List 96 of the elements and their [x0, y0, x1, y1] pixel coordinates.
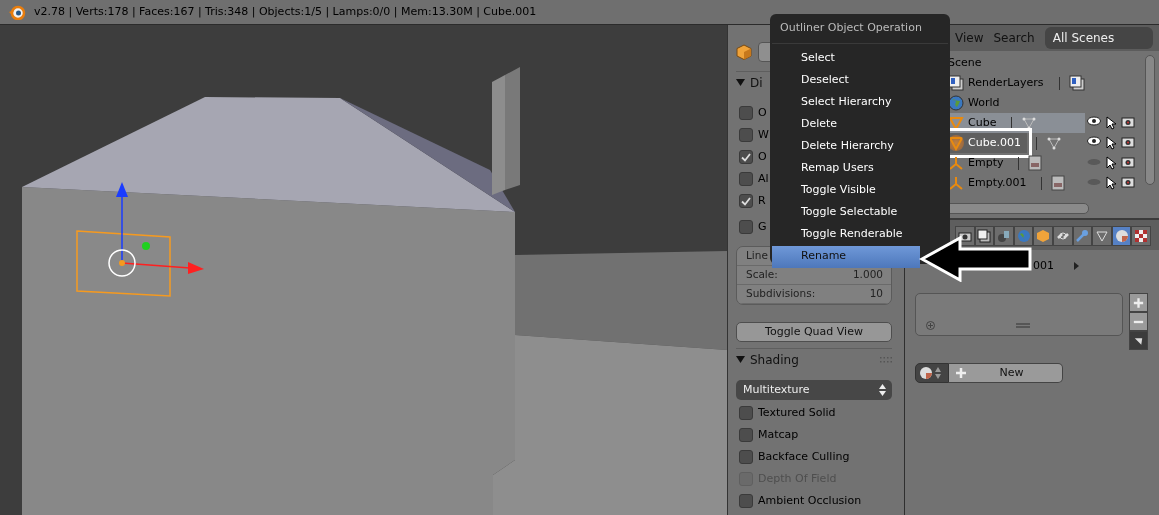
vertex-triangle-icon [1045, 135, 1062, 151]
tree-item[interactable]: RenderLayers [968, 74, 1044, 92]
number-field[interactable]: Scale: 1.000 [737, 266, 891, 285]
material-sphere-icon [919, 366, 933, 380]
checkbox-label: O [758, 104, 767, 121]
checkbox[interactable] [739, 172, 753, 186]
plus-icon [1131, 295, 1145, 310]
scene-icon [997, 229, 1011, 243]
checkbox[interactable] [739, 450, 753, 464]
properties-tab[interactable] [1131, 226, 1151, 246]
checkbox-label: G [758, 218, 767, 235]
axes-icon [948, 155, 964, 171]
menu-item[interactable]: Toggle Renderable [772, 223, 920, 246]
triangle-mesh-icon [1094, 229, 1109, 243]
menu-item[interactable]: Toggle Visible [772, 179, 920, 202]
tree-item[interactable]: Empty.001 [968, 174, 1027, 192]
globe-icon [1016, 229, 1031, 243]
vertex-triangle-icon [1021, 115, 1038, 131]
camera-icon[interactable] [1121, 176, 1135, 188]
tree-item[interactable]: Cube [968, 114, 997, 132]
properties-tab[interactable] [1052, 226, 1073, 246]
app-logo-icon [8, 4, 26, 20]
cube-icon [736, 44, 752, 60]
new-material-button[interactable]: New [949, 363, 1063, 383]
vertical-scrollbar[interactable] [1145, 55, 1155, 185]
menu-item[interactable]: Deselect [772, 69, 920, 92]
checkbox-label: Al [758, 170, 769, 187]
cube-icon [1036, 229, 1051, 243]
context-name: 001 [1033, 257, 1054, 274]
dropdown-button[interactable] [1128, 331, 1148, 350]
checkbox[interactable] [739, 220, 753, 234]
axes-icon [948, 175, 964, 191]
menu-item[interactable]: Delete Hierarchy [772, 135, 920, 158]
drag-grip-icon [880, 356, 892, 363]
checkbox-label: O [758, 148, 767, 165]
menu-item[interactable]: Rename [772, 245, 920, 268]
chain-link-icon [1055, 229, 1070, 243]
panel-title[interactable]: Shading [750, 350, 799, 369]
checkbox[interactable] [739, 194, 753, 208]
checkbox[interactable] [739, 406, 753, 420]
properties-tab[interactable] [1092, 226, 1112, 246]
plus-icon [955, 367, 967, 379]
image-stack-icon [977, 229, 992, 243]
menu-item[interactable]: Remap Users [772, 157, 920, 180]
eye-icon[interactable] [1087, 116, 1101, 126]
status-text: v2.78 | Verts:178 | Faces:167 | Tris:348 | Objects:1/5 | Lamps:0/0 | Mem:13.30M | Cube.001 [34, 3, 537, 20]
up-down-arrows-icon [935, 367, 941, 379]
checkbox[interactable] [739, 494, 753, 508]
cursor-icon[interactable] [1106, 176, 1116, 190]
material-sphere-icon [1114, 229, 1129, 243]
resize-grip-icon [1016, 323, 1030, 328]
menu-item[interactable]: Select Hierarchy [772, 91, 920, 114]
cursor-icon[interactable] [1106, 116, 1116, 130]
checkbox[interactable] [739, 150, 753, 164]
add-plus-icon [926, 321, 935, 330]
menu-item[interactable]: Delete [772, 113, 920, 136]
properties-tab[interactable] [1111, 226, 1132, 246]
collapse-triangle-icon[interactable] [736, 355, 745, 364]
scene-scope-dropdown[interactable]: All Scenes [1044, 27, 1153, 49]
menu-item[interactable]: Toggle Selectable [772, 201, 920, 224]
checkbox-label: Backface Culling [758, 448, 850, 465]
number-field[interactable]: Subdivisions: 10 [737, 285, 891, 304]
checkbox-label: Textured Solid [758, 404, 836, 421]
remove-button[interactable] [1128, 312, 1148, 331]
camera-icon[interactable] [1121, 116, 1135, 128]
panel-title[interactable]: Di [750, 73, 763, 92]
checkerboard-icon [1134, 229, 1149, 243]
tree-item[interactable]: Empty [968, 154, 1004, 172]
checkbox[interactable] [739, 428, 753, 442]
expand-triangle-icon [1074, 262, 1079, 270]
properties-tab[interactable] [974, 226, 995, 246]
toggle-quad-view-button[interactable]: Toggle Quad View [736, 322, 892, 342]
shading-mode-dropdown[interactable]: Multitexture [736, 380, 892, 400]
cursor-icon[interactable] [1106, 156, 1116, 170]
checkbox[interactable] [739, 106, 753, 120]
image-icon [1028, 155, 1043, 171]
dropdown-arrows-icon [879, 384, 886, 396]
tree-item[interactable]: World [968, 94, 1000, 112]
wrench-icon [1075, 229, 1090, 243]
cursor-icon[interactable] [1106, 136, 1116, 150]
add-button[interactable] [1128, 293, 1148, 312]
checkbox-label: Matcap [758, 426, 799, 443]
camera-icon[interactable] [1121, 156, 1135, 168]
checkbox[interactable] [739, 128, 753, 142]
checkbox-label: W [758, 126, 769, 143]
triangle-mesh-icon [948, 115, 964, 131]
checkbox-label: Ambient Occlusion [758, 492, 862, 509]
menu-item[interactable]: Select [772, 47, 920, 70]
collapse-triangle-icon[interactable] [736, 78, 745, 87]
camera-icon[interactable] [1121, 136, 1135, 148]
image-stack-icon [1068, 75, 1085, 91]
menu-title: Outliner Object Operation [772, 20, 948, 44]
eye-icon[interactable] [1087, 136, 1101, 146]
checkbox-label: R [758, 192, 766, 209]
image-icon [1051, 175, 1066, 191]
material-browse-button[interactable] [915, 363, 949, 383]
